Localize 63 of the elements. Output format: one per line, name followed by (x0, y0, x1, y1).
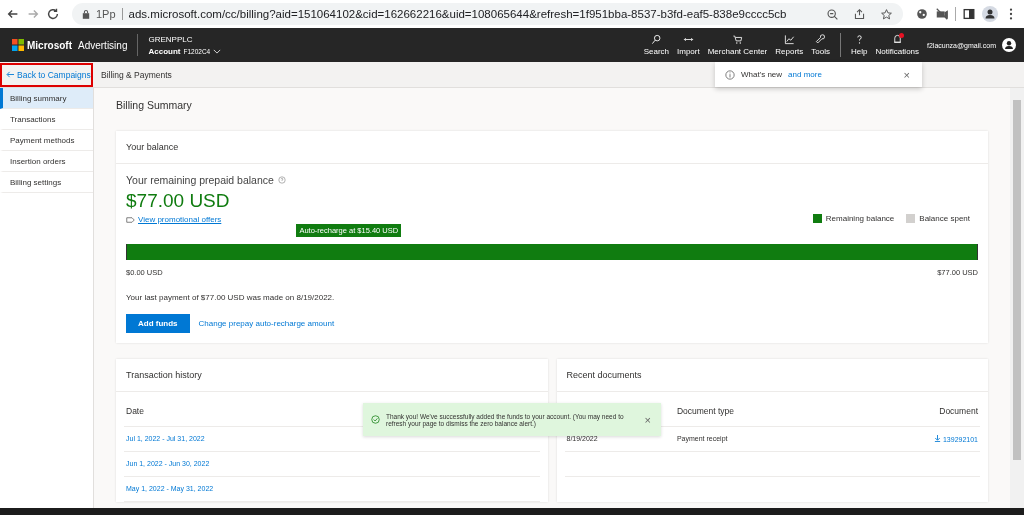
legend-label: Remaining balance (825, 213, 895, 223)
chart-tool-button[interactable]: Reports (771, 34, 808, 56)
cart-icon (732, 34, 743, 45)
wrench-tool-button[interactable]: Tools (807, 34, 834, 56)
whats-new-text: What's new (741, 70, 783, 79)
last-payment-text: Your last payment of $77.00 USD was made on 8/19/2022. (126, 293, 336, 302)
address-bar[interactable]: 1Pp ads.microsoft.com/cc/billing?aid=151064102&cid=162662216&uid=108065644&refresh=1f951bba-8537-b3fd-eaf5-838e9cccc5cb (72, 3, 903, 25)
search-tool-button[interactable]: Search (639, 34, 674, 56)
chevron-down-icon (213, 48, 222, 54)
balance-amount: $77.00 USD (126, 190, 231, 212)
download-icon (934, 435, 941, 442)
site-label: 1Pp (96, 8, 123, 20)
back-to-campaigns-link[interactable]: Back to Campaigns (0, 62, 93, 87)
avatar-icon[interactable] (1002, 38, 1016, 52)
star-icon[interactable] (880, 7, 893, 21)
change-auto-recharge-link[interactable]: Change prepay auto-recharge amount (198, 319, 335, 328)
card-title: Transaction history (116, 359, 548, 392)
chart-icon (783, 34, 795, 45)
camera-off-icon[interactable] (935, 7, 949, 21)
check-circle-icon (371, 415, 380, 424)
card-title: Your balance (116, 131, 988, 164)
help-tool-button[interactable]: Help (847, 34, 872, 56)
legend-label: Balance spent (919, 213, 970, 223)
scrollbar-thumb[interactable] (1013, 100, 1021, 460)
profile-icon[interactable] (982, 6, 998, 22)
search-icon (650, 34, 662, 45)
url-text: ads.microsoft.com/cc/billing?aid=151064102&cid=162662216&uid=108065644&refresh=1f951bba-8537-b3fd-eaf5-838e9cccc5cb (128, 8, 787, 20)
page-title: Billing Summary (116, 99, 193, 111)
tag-icon (126, 216, 135, 223)
close-button[interactable]: × (642, 413, 653, 426)
column-header: Document (938, 406, 978, 416)
wrench-icon (815, 34, 827, 45)
close-button[interactable]: × (901, 68, 912, 81)
product-name: Advertising (78, 39, 128, 51)
arrow-left-icon (6, 70, 15, 78)
share-icon[interactable] (853, 7, 866, 21)
sidebar-item[interactable]: Transactions (0, 109, 93, 130)
balance-label: Your remaining prepaid balance (126, 174, 274, 186)
help-icon (277, 176, 286, 184)
sidebar-item[interactable]: Payment methods (0, 130, 93, 151)
column-header: Document type (676, 406, 736, 416)
account-name: GRENPPLC (148, 34, 194, 44)
bell-icon (891, 34, 903, 45)
page-breadcrumb: Billing & Payments (100, 69, 172, 80)
promotional-offers-link[interactable]: View promotional offers (138, 215, 222, 224)
sidebar-item[interactable]: Billing settings (0, 172, 93, 193)
add-funds-button[interactable]: Add funds (126, 314, 190, 333)
sidebar-item[interactable]: Billing summary (0, 88, 93, 109)
info-icon (725, 69, 735, 80)
import-tool-button[interactable]: Import (673, 34, 704, 56)
lock-icon (82, 9, 90, 19)
logo-icon (12, 39, 24, 51)
and-more-link[interactable]: and more (788, 70, 822, 79)
zoom-icon[interactable] (826, 7, 839, 21)
back-icon[interactable] (6, 7, 20, 21)
reload-icon[interactable] (46, 7, 60, 21)
cart-tool-button[interactable]: Merchant Center (703, 34, 772, 56)
brand-name: Microsoft (27, 39, 72, 51)
side-panel-icon[interactable] (962, 7, 976, 21)
extension-icon[interactable] (915, 7, 929, 21)
card-title: Recent documents (556, 359, 988, 392)
sidebar-item[interactable]: Insertion orders (0, 151, 93, 172)
bell-tool-button[interactable]: Notifications (871, 34, 924, 56)
